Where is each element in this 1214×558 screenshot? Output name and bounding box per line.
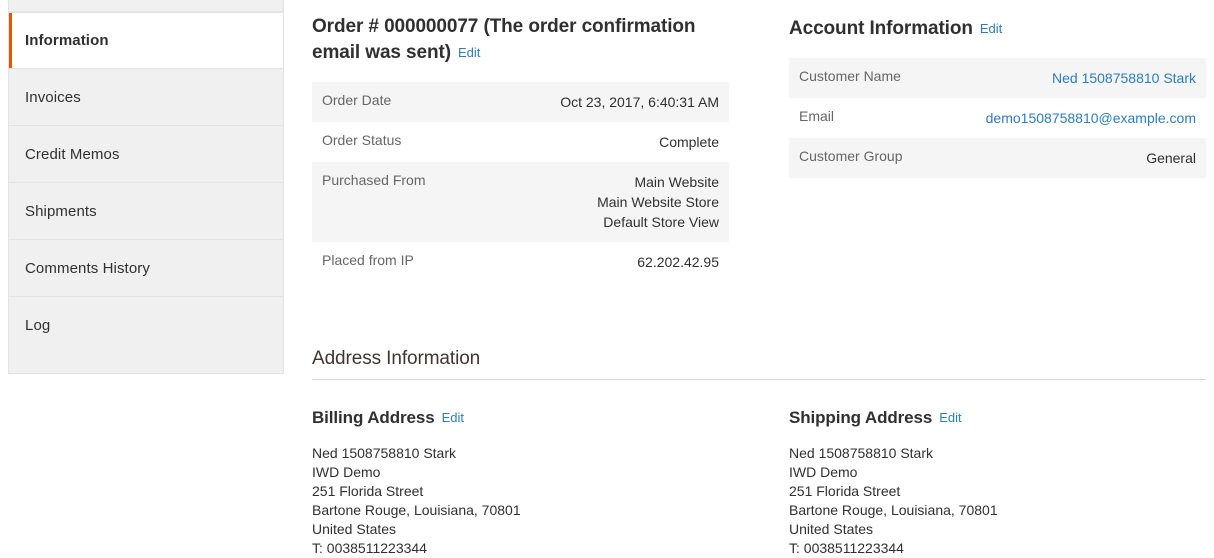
table-row: Email demo1508758810@example.com (789, 98, 1206, 138)
account-information-title-text: Account Information (789, 18, 973, 39)
account-info-row-label: Customer Group (799, 148, 903, 164)
billing-address-title-text: Billing Address (312, 408, 435, 427)
shipping-address-line: Ned 1508758810 Stark (789, 445, 933, 461)
account-info-row-value: General (976, 138, 1206, 178)
sidebar-item-partial[interactable] (9, 0, 283, 12)
billing-address-line: Bartone Rouge, Louisiana, 70801 (312, 502, 521, 518)
account-information-panel: Account Information Edit Customer Name Ned… (789, 0, 1206, 282)
shipping-address-line: Bartone Rouge, Louisiana, 70801 (789, 502, 998, 518)
sidebar-item-label: Credit Memos (25, 145, 120, 163)
billing-address-block: Billing Address Edit Ned 1508758810 Stark… (312, 380, 729, 558)
account-info-row-value-line[interactable]: demo1508758810@example.com (986, 108, 1196, 128)
sidebar-item-information[interactable]: Information (9, 12, 283, 69)
account-info-row-value[interactable]: demo1508758810@example.com (976, 98, 1206, 138)
order-info-row-value-line: Oct 23, 2017, 6:40:31 AM (560, 94, 719, 110)
table-row: Customer Group General (789, 138, 1206, 178)
shipping-address-line: IWD Demo (789, 464, 858, 480)
table-row: Order Status Complete (312, 122, 729, 162)
billing-address-lines: Ned 1508758810 Stark IWD Demo 251 Florida … (312, 444, 729, 558)
table-row: Placed from IP 62.202.42.95 (312, 242, 729, 282)
order-information-panel: Order # 000000077 (The order confirmatio… (312, 0, 729, 282)
sidebar-item-comments-history[interactable]: Comments History (9, 240, 283, 297)
table-row: Purchased From Main Website Main Website S… (312, 162, 729, 242)
top-panels-row: Order # 000000077 (The order confirmatio… (312, 0, 1206, 282)
address-information-heading: Address Information (312, 348, 1206, 380)
shipping-address-lines: Ned 1508758810 Stark IWD Demo 251 Florida … (789, 444, 1206, 558)
order-info-row-value-line: Main Website (634, 174, 719, 190)
order-information-table-body: Order Date Oct 23, 2017, 6:40:31 AM Order … (312, 82, 729, 282)
shipping-address-title: Shipping Address Edit (789, 408, 1206, 428)
order-info-row-value-line: 62.202.42.95 (637, 254, 719, 270)
order-info-row-value: Oct 23, 2017, 6:40:31 AM (512, 82, 729, 122)
order-info-row-value: 62.202.42.95 (512, 242, 729, 282)
shipping-address-title-text: Shipping Address (789, 408, 933, 427)
address-information-section: Address Information Billing Address Edit … (312, 348, 1206, 558)
sidebar-item-label: Comments History (25, 259, 150, 277)
sidebar-item-shipments[interactable]: Shipments (9, 183, 283, 240)
order-info-row-label: Placed from IP (322, 252, 414, 268)
sidebar-item-label: Log (25, 317, 51, 334)
page-title: Order # 000000077 (The order confirmatio… (312, 14, 729, 66)
account-information-table: Customer Name Ned 1508758810 Stark Email de… (789, 58, 1206, 178)
billing-address-title: Billing Address Edit (312, 408, 729, 428)
billing-address-line: T: 0038511223344 (312, 540, 427, 556)
sidebar-item-label: Invoices (25, 88, 81, 106)
sidebar-item-label: Shipments (25, 202, 97, 220)
billing-address-line: United States (312, 521, 397, 537)
edit-billing-address-link[interactable]: Edit (442, 410, 464, 425)
billing-address-line: IWD Demo (312, 464, 381, 480)
order-title-text: Order # 000000077 (The order confirmatio… (312, 16, 696, 63)
order-view-tabs-sidebar: Information Invoices Credit Memos Shipments… (8, 0, 284, 374)
table-row: Order Date Oct 23, 2017, 6:40:31 AM (312, 82, 729, 122)
account-information-title: Account Information Edit (789, 16, 1206, 42)
account-info-row-label: Customer Name (799, 68, 901, 84)
shipping-address-block: Shipping Address Edit Ned 1508758810 Star… (789, 380, 1206, 558)
sidebar-item-invoices[interactable]: Invoices (9, 69, 283, 126)
order-view-content: Order # 000000077 (The order confirmatio… (312, 0, 1206, 556)
order-info-row-label: Purchased From (322, 172, 426, 188)
table-row: Customer Name Ned 1508758810 Stark (789, 58, 1206, 98)
edit-account-link[interactable]: Edit (980, 21, 1002, 36)
order-information-table: Order Date Oct 23, 2017, 6:40:31 AM Order … (312, 82, 729, 282)
order-info-row-label: Order Status (322, 132, 402, 148)
shipping-address-line: 251 Florida Street (789, 483, 901, 499)
shipping-address-line: United States (789, 521, 874, 537)
billing-address-line: Ned 1508758810 Stark (312, 445, 456, 461)
account-info-row-value-line: General (1146, 150, 1196, 166)
order-info-row-value: Complete (512, 122, 729, 162)
order-info-row-value: Main Website Main Website Store Default St… (512, 162, 729, 242)
sidebar-item-credit-memos[interactable]: Credit Memos (9, 126, 283, 183)
address-row: Billing Address Edit Ned 1508758810 Stark… (312, 380, 1206, 558)
order-info-row-value-line: Default Store View (603, 214, 719, 230)
account-info-row-label: Email (799, 108, 835, 124)
account-info-row-value[interactable]: Ned 1508758810 Stark (976, 58, 1206, 98)
edit-shipping-address-link[interactable]: Edit (939, 410, 961, 425)
account-info-row-value-line[interactable]: Ned 1508758810 Stark (986, 68, 1196, 88)
shipping-address-line: T: 0038511223344 (789, 540, 904, 556)
account-information-table-body: Customer Name Ned 1508758810 Stark Email de… (789, 58, 1206, 178)
order-info-row-value-line: Main Website Store (597, 194, 719, 210)
edit-order-link[interactable]: Edit (458, 45, 480, 60)
billing-address-line: 251 Florida Street (312, 483, 424, 499)
order-info-row-label: Order Date (322, 92, 392, 108)
sidebar-item-log[interactable]: Log (9, 297, 283, 354)
order-info-row-value-line: Complete (659, 134, 719, 150)
sidebar-item-label: Information (25, 32, 109, 49)
